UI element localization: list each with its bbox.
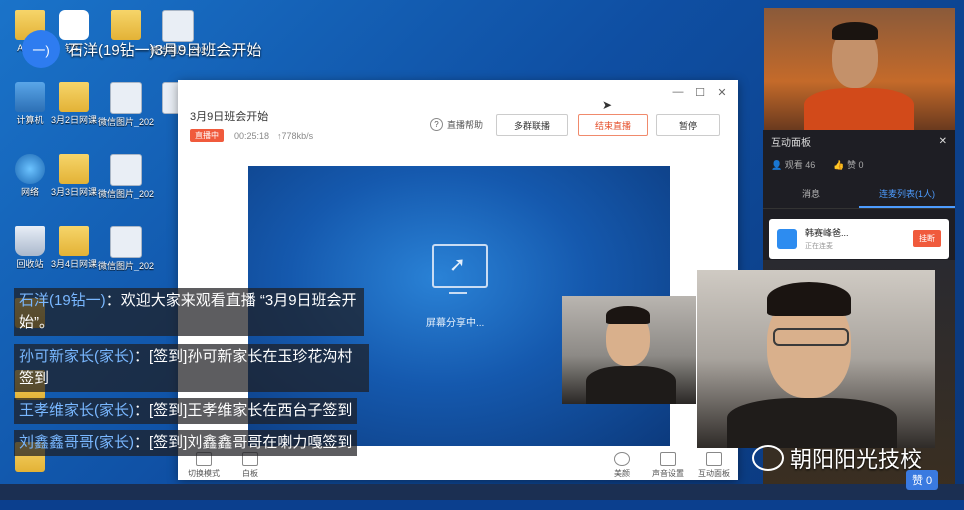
chat-sender: 石洋(19钻一) bbox=[19, 292, 106, 309]
tool-label: 白板 bbox=[242, 469, 258, 478]
viewer-count: 👤 观看 46 bbox=[771, 158, 815, 171]
elapsed-time: 00:25:18 bbox=[234, 130, 270, 141]
share-status: 屏幕分享中... bbox=[426, 318, 485, 329]
window-controls: — ☐ ✕ bbox=[672, 86, 728, 99]
pause-button[interactable]: 暂停 bbox=[656, 114, 720, 136]
chat-message: 石洋(19钻一)：欢迎大家来观看直播 “3月9日班会开始”。 bbox=[14, 288, 364, 342]
close-icon[interactable]: ✕ bbox=[939, 136, 947, 147]
watermark: 朝阳阳光技校 bbox=[752, 442, 922, 474]
folder-icon bbox=[59, 82, 89, 112]
bin-icon bbox=[15, 226, 45, 256]
tool-label: 声音设置 bbox=[652, 469, 684, 478]
camera-subject-body bbox=[586, 366, 676, 404]
microphone-icon bbox=[660, 452, 676, 466]
app-header: 3月9日班会开始 直播中 00:25:18 ↑ 778kb/s bbox=[190, 108, 321, 142]
user-icon: 👤 bbox=[771, 160, 785, 170]
panel-title: 互动面板 bbox=[771, 137, 811, 149]
folder-icon bbox=[59, 226, 89, 256]
beauty-button[interactable]: 美颜 bbox=[600, 452, 644, 479]
img-icon bbox=[110, 82, 142, 114]
camera-subject-body bbox=[804, 88, 914, 130]
close-icon[interactable]: ✕ bbox=[716, 86, 728, 99]
video-camera-icon bbox=[777, 229, 797, 249]
tool-label: 美颜 bbox=[614, 469, 630, 478]
img-icon bbox=[110, 154, 142, 186]
panel-header: 互动面板 ✕ bbox=[763, 130, 955, 152]
desktop-background: Admin计算机网络回收站钉钉3月2日网课3月3日网课3月4日网课微信图片_20… bbox=[0, 0, 964, 500]
live-header: 一) 石洋(19钻一)3月9日班会开始 bbox=[22, 30, 261, 68]
help-link[interactable]: ? 直播帮助 bbox=[430, 118, 483, 131]
guest-camera-large bbox=[697, 270, 935, 448]
desktop-icon-label: 微信图片_2020030... bbox=[98, 117, 154, 127]
bitrate: 778kb/s bbox=[281, 130, 314, 141]
smile-icon bbox=[614, 452, 630, 466]
mouse-cursor-icon: ➤ bbox=[602, 98, 613, 112]
link-mic-status: 正在连麦 bbox=[805, 243, 833, 250]
streamer-camera bbox=[764, 8, 955, 130]
net-icon bbox=[15, 154, 45, 184]
like-text: 赞 0 bbox=[846, 160, 864, 170]
folder-icon bbox=[59, 154, 89, 184]
desktop-icon[interactable]: 3月4日网课 bbox=[46, 222, 102, 294]
multi-group-button[interactable]: 多群联播 bbox=[496, 114, 568, 136]
link-mic-user: 韩赛峰爸... bbox=[805, 228, 849, 238]
streamer-avatar[interactable]: 一) bbox=[22, 30, 60, 68]
img-icon bbox=[110, 226, 142, 258]
interactive-panel-button[interactable]: 互动面板 bbox=[692, 452, 736, 479]
chat-sender: 孙可新家长(家长) bbox=[19, 348, 134, 365]
help-icon: ? bbox=[430, 118, 443, 131]
like-badge[interactable]: 赞 0 bbox=[906, 470, 939, 490]
watermark-text: 朝阳阳光技校 bbox=[790, 447, 923, 472]
chat-message: 王孝维家长(家长)：[签到]王孝维家长在西台子签到 bbox=[14, 398, 374, 430]
tab-link-mic-list[interactable]: 连麦列表(1人) bbox=[859, 181, 955, 208]
desktop-icon[interactable]: 3月3日网课 bbox=[46, 150, 102, 222]
screen-share-icon bbox=[432, 244, 488, 288]
pc-icon bbox=[15, 82, 45, 112]
chat-sender: 王孝维家长(家长) bbox=[19, 402, 134, 419]
desktop-icon[interactable]: 微信图片_2020030... bbox=[98, 78, 154, 150]
desktop-icon-label: 3月3日网课 bbox=[50, 187, 97, 197]
maximize-icon[interactable]: ☐ bbox=[694, 86, 706, 99]
chat-text: ：[签到]王孝维家长在西台子签到 bbox=[134, 402, 353, 419]
chat-text: ：[签到]刘鑫鑫哥哥在喇力嘎签到 bbox=[134, 434, 353, 451]
chat-sender: 刘鑫鑫哥哥(家长) bbox=[19, 434, 134, 451]
minimize-icon[interactable]: — bbox=[672, 86, 684, 99]
camera-subject-body bbox=[727, 398, 897, 448]
monitor-stand bbox=[449, 286, 467, 294]
chat-message: 孙可新家长(家长)：[签到]孙可新家长在玉珍花沟村签到 bbox=[14, 344, 369, 398]
like-count: 👍 赞 0 bbox=[833, 158, 863, 171]
desktop-icon-label: 3月2日网课 bbox=[50, 115, 97, 125]
tool-label: 互动面板 bbox=[698, 469, 730, 478]
panel-stats: 👤 观看 46 👍 赞 0 bbox=[763, 152, 955, 177]
desktop-icon[interactable]: 3月2日网课 bbox=[46, 78, 102, 150]
hang-up-button[interactable]: 挂断 bbox=[913, 230, 941, 247]
chat-message: 刘鑫鑫哥哥(家长)：[签到]刘鑫鑫哥哥在喇力嘎签到 bbox=[14, 430, 374, 462]
wechat-icon bbox=[752, 445, 784, 471]
camera-subject-glasses bbox=[773, 328, 849, 346]
camera-subject-hair bbox=[606, 306, 650, 324]
link-mic-card: 韩赛峰爸... 正在连麦 挂断 bbox=[769, 219, 949, 259]
tab-messages[interactable]: 消息 bbox=[763, 181, 859, 208]
desktop-icon[interactable]: 微信图片_2020030... bbox=[98, 222, 154, 294]
desktop-icon-label: 3月4日网课 bbox=[50, 259, 97, 269]
desktop-icon[interactable]: 微信图片_2020030... bbox=[98, 150, 154, 222]
camera-subject-hair bbox=[767, 282, 851, 316]
camera-subject-hair bbox=[832, 22, 878, 40]
panel-tabs: 消息 连麦列表(1人) bbox=[763, 181, 955, 209]
thumbs-up-icon: 👍 bbox=[833, 160, 847, 170]
sound-settings-button[interactable]: 声音设置 bbox=[646, 452, 690, 479]
status-badge: 直播中 bbox=[190, 129, 224, 142]
end-live-button[interactable]: 结束直播 bbox=[578, 114, 648, 136]
panel-icon bbox=[706, 452, 722, 466]
app-title: 3月9日班会开始 bbox=[190, 111, 269, 123]
desktop-icon-label: 微信图片_2020030... bbox=[98, 261, 154, 271]
desktop-icon-label: 微信图片_2020030... bbox=[98, 189, 154, 199]
live-title: 石洋(19钻一)3月9日班会开始 bbox=[68, 41, 262, 59]
help-label: 直播帮助 bbox=[447, 120, 484, 130]
taskbar bbox=[0, 484, 964, 500]
guest-camera-small bbox=[562, 296, 696, 404]
tool-label: 切换模式 bbox=[188, 469, 220, 478]
status-row: 直播中 00:25:18 ↑ 778kb/s bbox=[190, 129, 321, 142]
viewer-text: 观看 46 bbox=[784, 160, 816, 170]
